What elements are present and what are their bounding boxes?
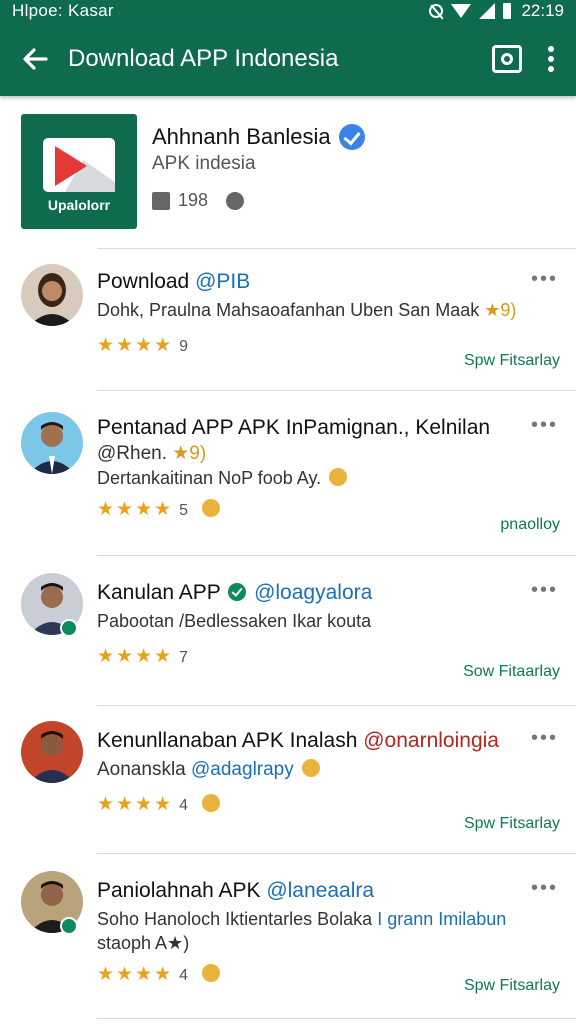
- more-horiz-icon[interactable]: •••: [531, 579, 558, 602]
- list-item[interactable]: Paniolahnah APK @laneaalra ••• Soho Hano…: [0, 853, 576, 1018]
- app-icon-label: Upalolorr: [47, 197, 111, 213]
- globe-icon: [226, 191, 245, 210]
- camera-icon[interactable]: [492, 45, 522, 73]
- item-handle: @laneaalra: [266, 879, 375, 902]
- avatar: [21, 264, 83, 326]
- rating-count: 4: [179, 797, 189, 814]
- item-body: Soho Hanoloch Iktientarles Bolaka I gran…: [97, 909, 507, 929]
- rating-count: 4: [179, 967, 189, 984]
- item-handle: @onarnloingia: [363, 729, 499, 752]
- item-action-link[interactable]: Spw Fitsarlay: [464, 977, 560, 995]
- verified-icon: [338, 124, 365, 150]
- rating-stars: ★★★★ 4: [97, 793, 221, 816]
- status-time: 22:19: [521, 1, 564, 20]
- more-horiz-icon[interactable]: •••: [531, 727, 558, 750]
- rating-count: 7: [179, 649, 189, 666]
- app-name: Ahhnanh Banlesia: [152, 124, 365, 150]
- divider: [97, 1018, 576, 1019]
- mute-icon: [429, 4, 444, 18]
- item-action-link[interactable]: pnaolloy: [500, 516, 560, 534]
- list-item[interactable]: Kanulan APP @loagyalora ••• Pabootan /Be…: [0, 555, 576, 705]
- item-body: Dertankaitinan NoP foob Ay.: [97, 468, 348, 489]
- download-count-icon: [152, 191, 170, 210]
- rating-count: 5: [179, 502, 189, 519]
- more-horiz-icon[interactable]: •••: [531, 877, 558, 900]
- app-bar: Download APP Indonesia: [0, 22, 576, 96]
- item-body-2: staoph A★): [97, 933, 190, 953]
- item-handle: @loagyalora: [254, 581, 373, 604]
- avatar: [21, 412, 83, 474]
- more-horiz-icon[interactable]: •••: [531, 414, 558, 437]
- app-logo[interactable]: Upalolorr: [21, 114, 137, 229]
- status-bar: Hlpoe: Kasar 22:19: [0, 0, 576, 22]
- item-action-link[interactable]: Spw Fitsarlay: [464, 815, 560, 833]
- online-badge-icon: [60, 619, 78, 637]
- rating-stars: ★★★★ 7: [97, 646, 189, 667]
- app-meta: 198: [152, 190, 245, 211]
- rating-stars: ★★★★ 4: [97, 963, 221, 986]
- item-action-link[interactable]: Spw Fitsarlay: [464, 352, 560, 370]
- emoji-icon: [202, 794, 221, 812]
- list-item[interactable]: Pownload​ @PIB ••• Dohk, Praulna Mahsaoa…: [0, 248, 576, 390]
- play-folder-icon: [43, 138, 115, 192]
- app-name-text: Ahhnanh Banlesia: [152, 124, 331, 149]
- back-button[interactable]: [18, 42, 52, 76]
- more-horiz-icon[interactable]: •••: [531, 268, 558, 291]
- item-title: Pentanad APP APK InPamignan., Kelnilan: [97, 416, 491, 439]
- arrow-left-icon: [23, 48, 48, 70]
- rating-count: 9: [179, 338, 189, 355]
- emoji-icon: [202, 964, 221, 982]
- item-title: Kanulan APP @loagyalora: [97, 581, 373, 604]
- item-body: Dohk, Praulna Mahsaoafanhan Uben San Maa…: [97, 300, 517, 320]
- list-item[interactable]: Kenunllanaban APK Inalash @onarnloingia …: [0, 705, 576, 853]
- app-bar-title: Download APP Indonesia: [68, 45, 339, 72]
- meta-count: 198: [178, 190, 209, 210]
- battery-icon: [503, 3, 512, 19]
- status-left-text: Hlpoe: Kasar: [12, 1, 114, 20]
- verified-check-icon: [228, 583, 247, 601]
- list-item[interactable]: Pentanad APP APK InPamignan., Kelnilan •…: [0, 390, 576, 555]
- emoji-icon: [301, 759, 320, 777]
- item-action-link[interactable]: Sow Fitaarlay: [463, 663, 560, 681]
- emoji-icon: [329, 468, 348, 486]
- avatar: [21, 721, 83, 783]
- emoji-icon: [202, 499, 221, 517]
- item-title: Kenunllanaban APK Inalash @onarnloingia: [97, 729, 499, 752]
- wifi-icon: [451, 4, 472, 18]
- item-handle-line: @Rhen. ★9): [97, 443, 207, 464]
- online-badge-icon: [60, 917, 78, 935]
- status-icons: [429, 3, 512, 19]
- rating-stars: ★★★★ 5: [97, 498, 221, 521]
- item-title: Paniolahnah APK @laneaalra: [97, 879, 375, 902]
- status-right: 22:19: [429, 1, 564, 21]
- item-body: Pabootan /Bedlessaken Ikar kouta: [97, 611, 372, 631]
- app-subtitle: APK indesia: [152, 153, 256, 174]
- rating-stars: ★★★★ 9: [97, 335, 189, 356]
- app-header: Upalolorr: [0, 96, 576, 248]
- more-vert-icon[interactable]: [546, 46, 556, 72]
- item-title: Pownload​ @PIB: [97, 270, 251, 293]
- item-body: Aonanskla @adaglrapy: [97, 759, 320, 781]
- item-handle: @PIB: [195, 270, 251, 293]
- signal-icon: [479, 3, 496, 19]
